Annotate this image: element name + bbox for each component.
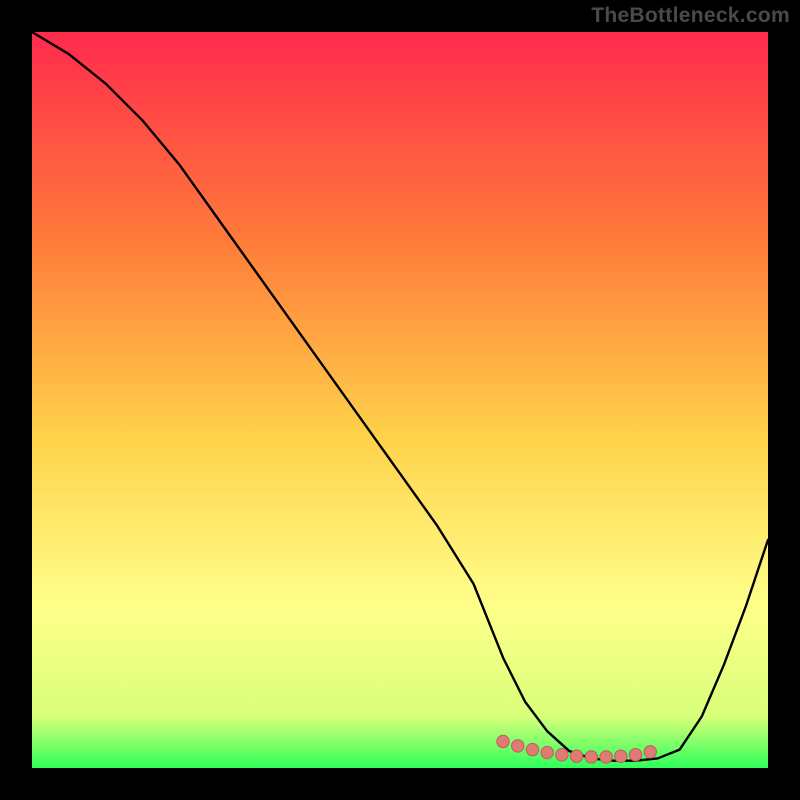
optimal-marker: [556, 749, 568, 761]
chart-frame: TheBottleneck.com: [0, 0, 800, 800]
optimal-marker: [644, 746, 656, 758]
plot-area: [32, 32, 768, 768]
optimal-marker: [497, 735, 509, 747]
optimal-marker: [629, 749, 641, 761]
optimal-marker: [541, 746, 553, 758]
optimal-marker: [526, 743, 538, 755]
optimal-marker: [615, 750, 627, 762]
optimal-marker: [512, 740, 524, 752]
watermark-text: TheBottleneck.com: [591, 4, 790, 28]
gradient-background: [32, 32, 768, 768]
optimal-marker: [585, 751, 597, 763]
optimal-marker: [570, 750, 582, 762]
bottleneck-chart: [32, 32, 768, 768]
optimal-marker: [600, 751, 612, 763]
